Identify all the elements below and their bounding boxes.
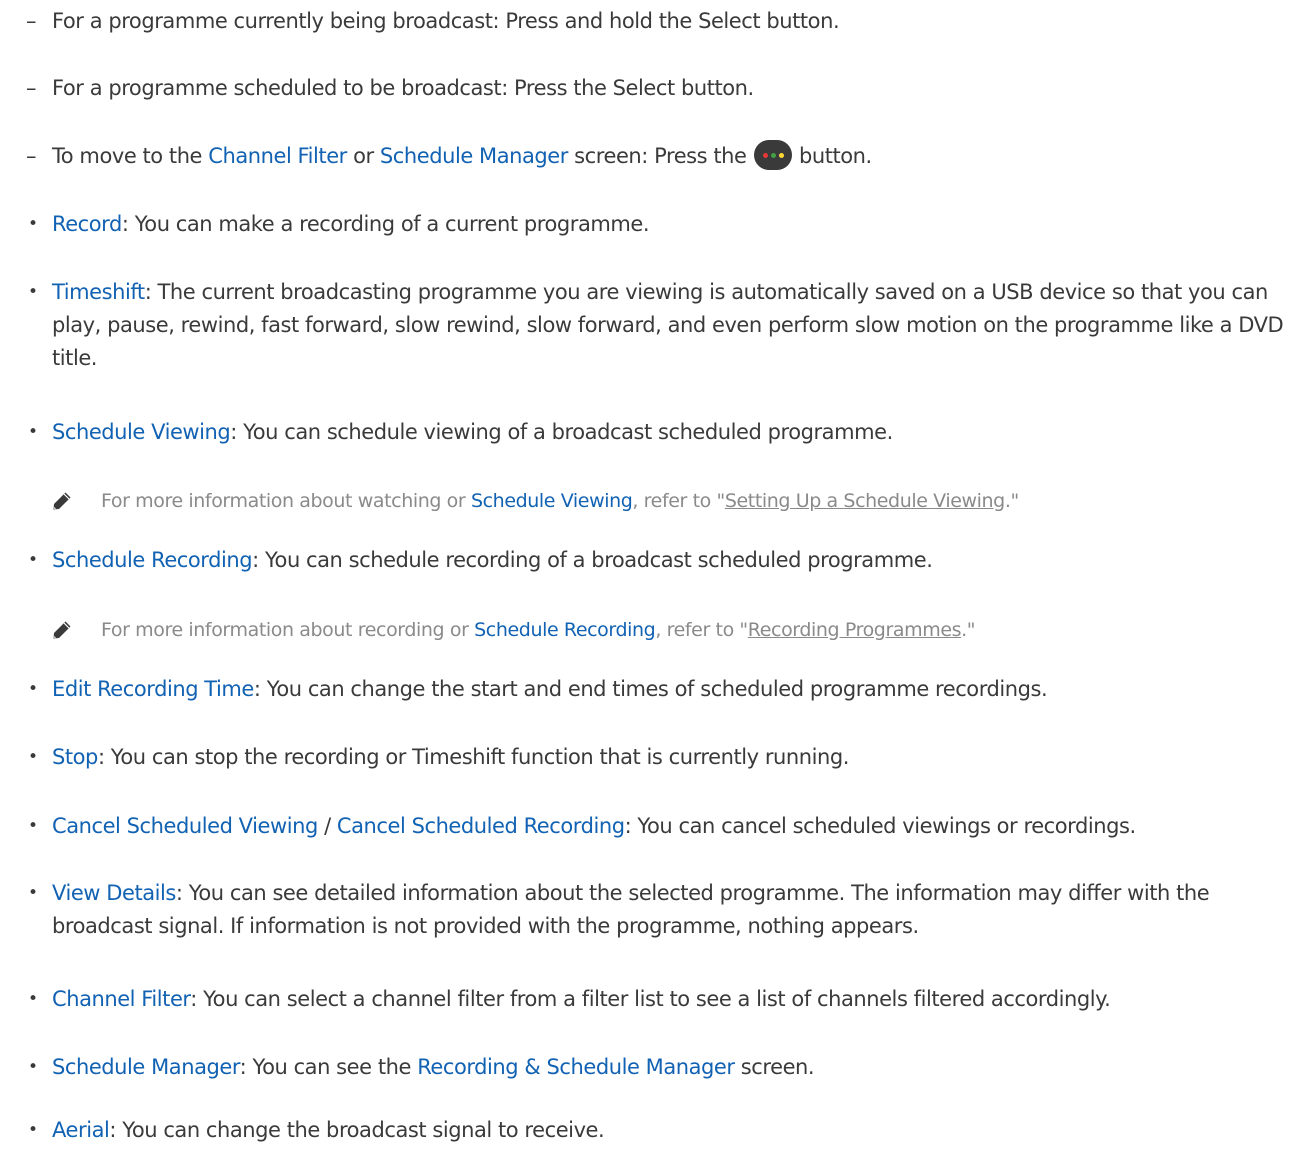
bullet-marker: • (28, 679, 38, 699)
view-details-term: View Details (52, 881, 176, 905)
item-description: : You can see detailed information about… (52, 881, 1210, 938)
text-segment: screen: Press the (567, 144, 753, 168)
item-description: : You can select a channel filter from a… (190, 987, 1111, 1011)
stop-term: Stop (52, 745, 98, 769)
bullet-marker: • (28, 422, 38, 442)
item-text: Edit Recording Time: You can change the … (52, 673, 1314, 706)
item-text: Channel Filter: You can select a channel… (52, 983, 1314, 1016)
schedule-recording-term: Schedule Recording (52, 548, 253, 572)
recording-programmes-link[interactable]: Recording Programmes (748, 619, 962, 641)
yellow-dot (778, 153, 784, 158)
aerial-term: Aerial (52, 1118, 110, 1142)
bullet-marker: • (28, 816, 38, 836)
bullet-marker: • (28, 883, 38, 903)
item-text: For a programme currently being broadcas… (52, 9, 840, 33)
setting-up-schedule-viewing-link[interactable]: Setting Up a Schedule Viewing (725, 490, 1005, 512)
text-segment: , refer to " (632, 490, 725, 512)
edit-recording-time-term: Edit Recording Time (52, 677, 254, 701)
item-text: View Details: You can see detailed infor… (52, 877, 1314, 943)
item-description: : You can cancel scheduled viewings or r… (624, 814, 1137, 838)
dash-marker: – (26, 76, 37, 100)
red-dot (762, 153, 768, 158)
channel-filter-term: Channel Filter (52, 987, 191, 1011)
text-segment: For more information about recording or (101, 619, 475, 641)
cancel-scheduled-viewing-term: Cancel Scheduled Viewing (52, 814, 318, 838)
channel-filter-term: Channel Filter (208, 144, 347, 168)
pencil-icon (53, 621, 71, 639)
item-text: Aerial: You can change the broadcast sig… (52, 1114, 1314, 1147)
bullet-marker: • (28, 282, 38, 302)
color-button-icon (753, 140, 792, 170)
text-segment: button. (792, 144, 872, 168)
bullet-marker: • (28, 989, 38, 1009)
item-text: Timeshift: The current broadcasting prog… (52, 276, 1314, 375)
bullet-marker: • (28, 550, 38, 570)
item-text: For a programme scheduled to be broadcas… (52, 76, 754, 100)
schedule-viewing-term: Schedule Viewing (470, 490, 633, 512)
item-description: : You can schedule viewing of a broadcas… (230, 420, 893, 444)
item-description: screen. (734, 1055, 815, 1079)
cancel-scheduled-recording-term: Cancel Scheduled Recording (336, 814, 625, 838)
item-text: To move to the Channel Filter or Schedul… (52, 140, 1314, 173)
item-text: Stop: You can stop the recording or Time… (52, 741, 1314, 774)
item-description: : You can stop the recording or Timeshif… (97, 745, 849, 769)
bullet-marker: • (28, 1120, 38, 1140)
text-segment: , refer to " (655, 619, 748, 641)
dash-marker: – (26, 9, 37, 33)
manual-page: – For a programme currently being broadc… (0, 0, 1316, 1151)
dash-marker: – (26, 144, 37, 168)
recording-schedule-manager-term: Recording & Schedule Manager (417, 1055, 735, 1079)
text-segment: To move to the (52, 144, 209, 168)
note-text: For more information about watching or S… (101, 486, 1019, 516)
schedule-manager-term: Schedule Manager (52, 1055, 240, 1079)
item-description: : You can change the start and end times… (253, 677, 1048, 701)
item-description: : You can make a recording of a current … (121, 212, 650, 236)
schedule-viewing-term: Schedule Viewing (52, 420, 231, 444)
text-segment: ." (961, 619, 976, 641)
text-segment: : You can see the (239, 1055, 418, 1079)
text-segment: or (346, 144, 380, 168)
schedule-recording-term: Schedule Recording (474, 619, 656, 641)
item-description: : You can schedule recording of a broadc… (252, 548, 933, 572)
pencil-icon (53, 492, 71, 510)
item-description: : The current broadcasting programme you… (52, 280, 1284, 370)
item-text: Schedule Viewing: You can schedule viewi… (52, 416, 1314, 449)
item-text: Record: You can make a recording of a cu… (52, 208, 1314, 241)
item-text: Cancel Scheduled Viewing / Cancel Schedu… (52, 810, 1314, 843)
bullet-marker: • (28, 214, 38, 234)
timeshift-term: Timeshift (52, 280, 145, 304)
text-segment: For more information about watching or (101, 490, 471, 512)
bullet-marker: • (28, 747, 38, 767)
item-description: : You can change the broadcast signal to… (109, 1118, 605, 1142)
item-text: Schedule Manager: You can see the Record… (52, 1051, 1314, 1084)
text-segment: / (317, 814, 337, 838)
note-text: For more information about recording or … (101, 615, 976, 645)
text-segment: ." (1004, 490, 1019, 512)
bullet-marker: • (28, 1057, 38, 1077)
schedule-manager-term: Schedule Manager (379, 144, 568, 168)
record-term: Record (52, 212, 122, 236)
green-dot (770, 153, 776, 158)
item-text: Schedule Recording: You can schedule rec… (52, 544, 1314, 577)
